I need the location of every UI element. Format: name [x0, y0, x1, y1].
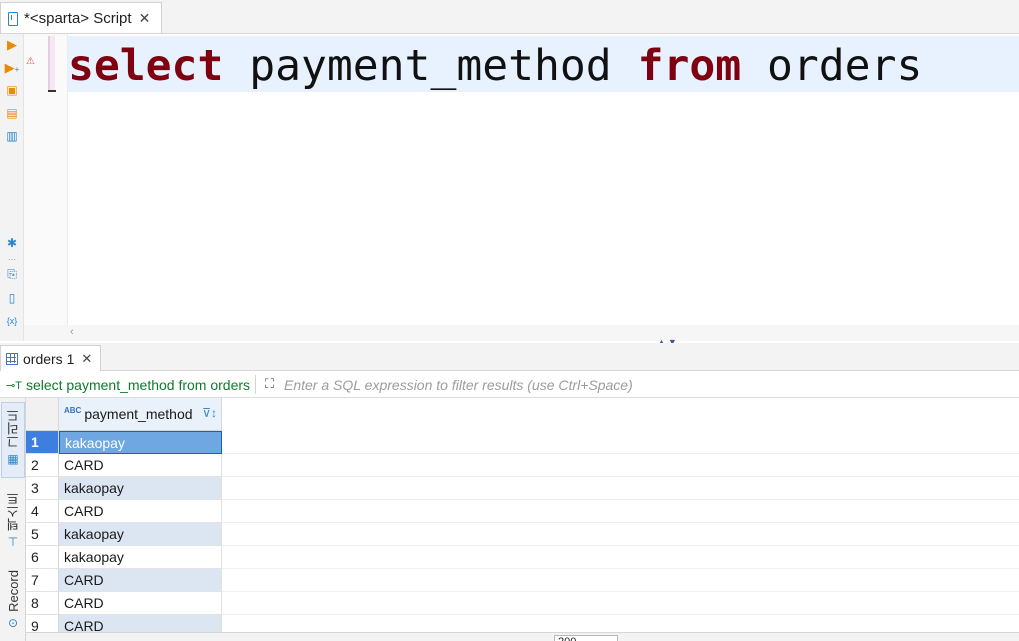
results-status-bar: 200 [26, 632, 1019, 641]
grid-row-line [222, 568, 1019, 569]
code-token: payment_method [223, 41, 638, 91]
grid-cell[interactable]: CARD [59, 592, 222, 615]
grid-icon [6, 352, 18, 365]
row-number-header[interactable] [26, 398, 59, 431]
record-icon: ⊙ [7, 615, 19, 630]
table-row[interactable]: 2 CARD [26, 454, 222, 477]
row-number[interactable]: 7 [26, 569, 59, 592]
grid-cell[interactable]: CARD [59, 454, 222, 477]
column-header-payment-method[interactable]: ABC payment_method ⊽↕ [59, 398, 222, 431]
fetch-size-input[interactable]: 200 [554, 635, 618, 641]
keyword-from: from [637, 41, 742, 91]
filter-divider [255, 375, 256, 394]
table-row[interactable]: 7 CARD [26, 569, 222, 592]
grid-cell[interactable]: CARD [59, 500, 222, 523]
table-row[interactable]: 1 kakaopay [26, 431, 222, 454]
results-tab-bar: orders 1 ✕ [0, 343, 1019, 371]
caret-marker [48, 90, 56, 92]
column-header-label: payment_method [84, 406, 193, 422]
grid-cell[interactable]: kakaopay [59, 523, 222, 546]
filter-bar: ⊸T select payment_method from orders ⛶ [0, 372, 1019, 398]
row-number[interactable]: 2 [26, 454, 59, 477]
new-script-icon[interactable]: ▯ [4, 290, 20, 306]
keyword-select: select [68, 41, 224, 91]
editor-tab-bar: *<sparta> Script ✕ [0, 0, 1019, 34]
side-tab-grid[interactable]: 그리드 ▦ [1, 402, 25, 478]
editor-tab-label: *<sparta> Script [24, 9, 132, 27]
side-tab-label: 텍스트 [5, 492, 21, 531]
table-row[interactable]: 6 kakaopay [26, 546, 222, 569]
grid-cell[interactable]: CARD [59, 569, 222, 592]
grid-row-line [222, 614, 1019, 615]
side-tab-label: Record [5, 570, 21, 612]
row-number[interactable]: 1 [26, 431, 59, 454]
grid-cell[interactable]: kakaopay [59, 431, 222, 454]
active-query-text: select payment_method from orders [25, 377, 251, 393]
side-tab-record[interactable]: Record ⊙ [1, 566, 25, 641]
close-icon[interactable]: ✕ [139, 10, 151, 27]
execute-statement-icon[interactable]: ▶ [4, 37, 20, 53]
editor-side-toolbar: ▶ ▶+ ▣ ▤ ▥ ✱ ⋯ ⎘ ▯ {x} [0, 34, 24, 341]
grid-row-line [222, 453, 1019, 454]
active-query[interactable]: ⊸T select payment_method from orders [6, 377, 250, 393]
row-number[interactable]: 8 [26, 592, 59, 615]
grid-icon: ▦ [7, 452, 19, 466]
sql-editor[interactable]: ⚠ select payment_method from orders [24, 34, 1019, 325]
settings-icon[interactable]: ✱ [4, 235, 20, 251]
grid-header: ABC payment_method ⊽↕ [26, 398, 222, 431]
editor-horizontal-scrollbar[interactable]: ‹ [24, 325, 1019, 341]
results-tab-orders[interactable]: orders 1 ✕ [0, 345, 101, 371]
table-row[interactable]: 5 kakaopay [26, 523, 222, 546]
filter-input[interactable] [284, 375, 1014, 395]
results-grid[interactable]: ABC payment_method ⊽↕ 1 kakaopay 2 CARD 3 kak… [26, 398, 1019, 641]
row-number[interactable]: 3 [26, 477, 59, 500]
export-icon[interactable]: ⎘ [4, 266, 20, 282]
row-number[interactable]: 6 [26, 546, 59, 569]
code-token: orders [741, 41, 923, 91]
execute-script-icon[interactable]: ▣ [4, 82, 20, 98]
side-tab-label: 그리드 [5, 409, 21, 448]
filter-sort-icon[interactable]: ⊽↕ [202, 406, 217, 420]
side-tab-text[interactable]: 텍스트 ⊤ [1, 488, 25, 554]
explain-plan-icon[interactable]: ▥ [4, 128, 20, 144]
table-row[interactable]: 4 CARD [26, 500, 222, 523]
statement-marker [48, 36, 55, 92]
grid-row-line [222, 545, 1019, 546]
close-icon[interactable]: ✕ [81, 351, 92, 367]
chevron-left-icon[interactable]: ‹ [70, 326, 74, 338]
script-icon [6, 11, 19, 26]
editor-tab-script[interactable]: *<sparta> Script ✕ [0, 2, 162, 33]
expand-icon[interactable]: ⛶ [262, 376, 277, 391]
code-line-1[interactable]: select payment_method from orders [68, 38, 922, 94]
table-row[interactable]: 8 CARD [26, 592, 222, 615]
table-row[interactable]: 3 kakaopay [26, 477, 222, 500]
grid-row-line [222, 522, 1019, 523]
warning-icon: ⚠ [26, 56, 35, 67]
result-view-tabs: 그리드 ▦ 텍스트 ⊤ Record ⊙ [0, 398, 26, 641]
text-icon: ⊤ [7, 535, 19, 549]
grid-row-line [222, 476, 1019, 477]
text-type-icon: ABC [64, 405, 82, 415]
grid-row-line [222, 591, 1019, 592]
query-icon: ⊸T [6, 379, 22, 392]
row-number[interactable]: 4 [26, 500, 59, 523]
grid-cell[interactable]: kakaopay [59, 546, 222, 569]
results-tab-label: orders 1 [23, 350, 75, 367]
grid-cell[interactable]: kakaopay [59, 477, 222, 500]
execute-script-new-tab-icon[interactable]: ▤ [4, 105, 20, 121]
row-number[interactable]: 5 [26, 523, 59, 546]
variables-icon[interactable]: {x} [4, 313, 20, 329]
editor-ruler: ⚠ [24, 34, 68, 325]
grid-row-line [222, 499, 1019, 500]
execute-in-new-tab-icon[interactable]: ▶+ [4, 60, 20, 76]
